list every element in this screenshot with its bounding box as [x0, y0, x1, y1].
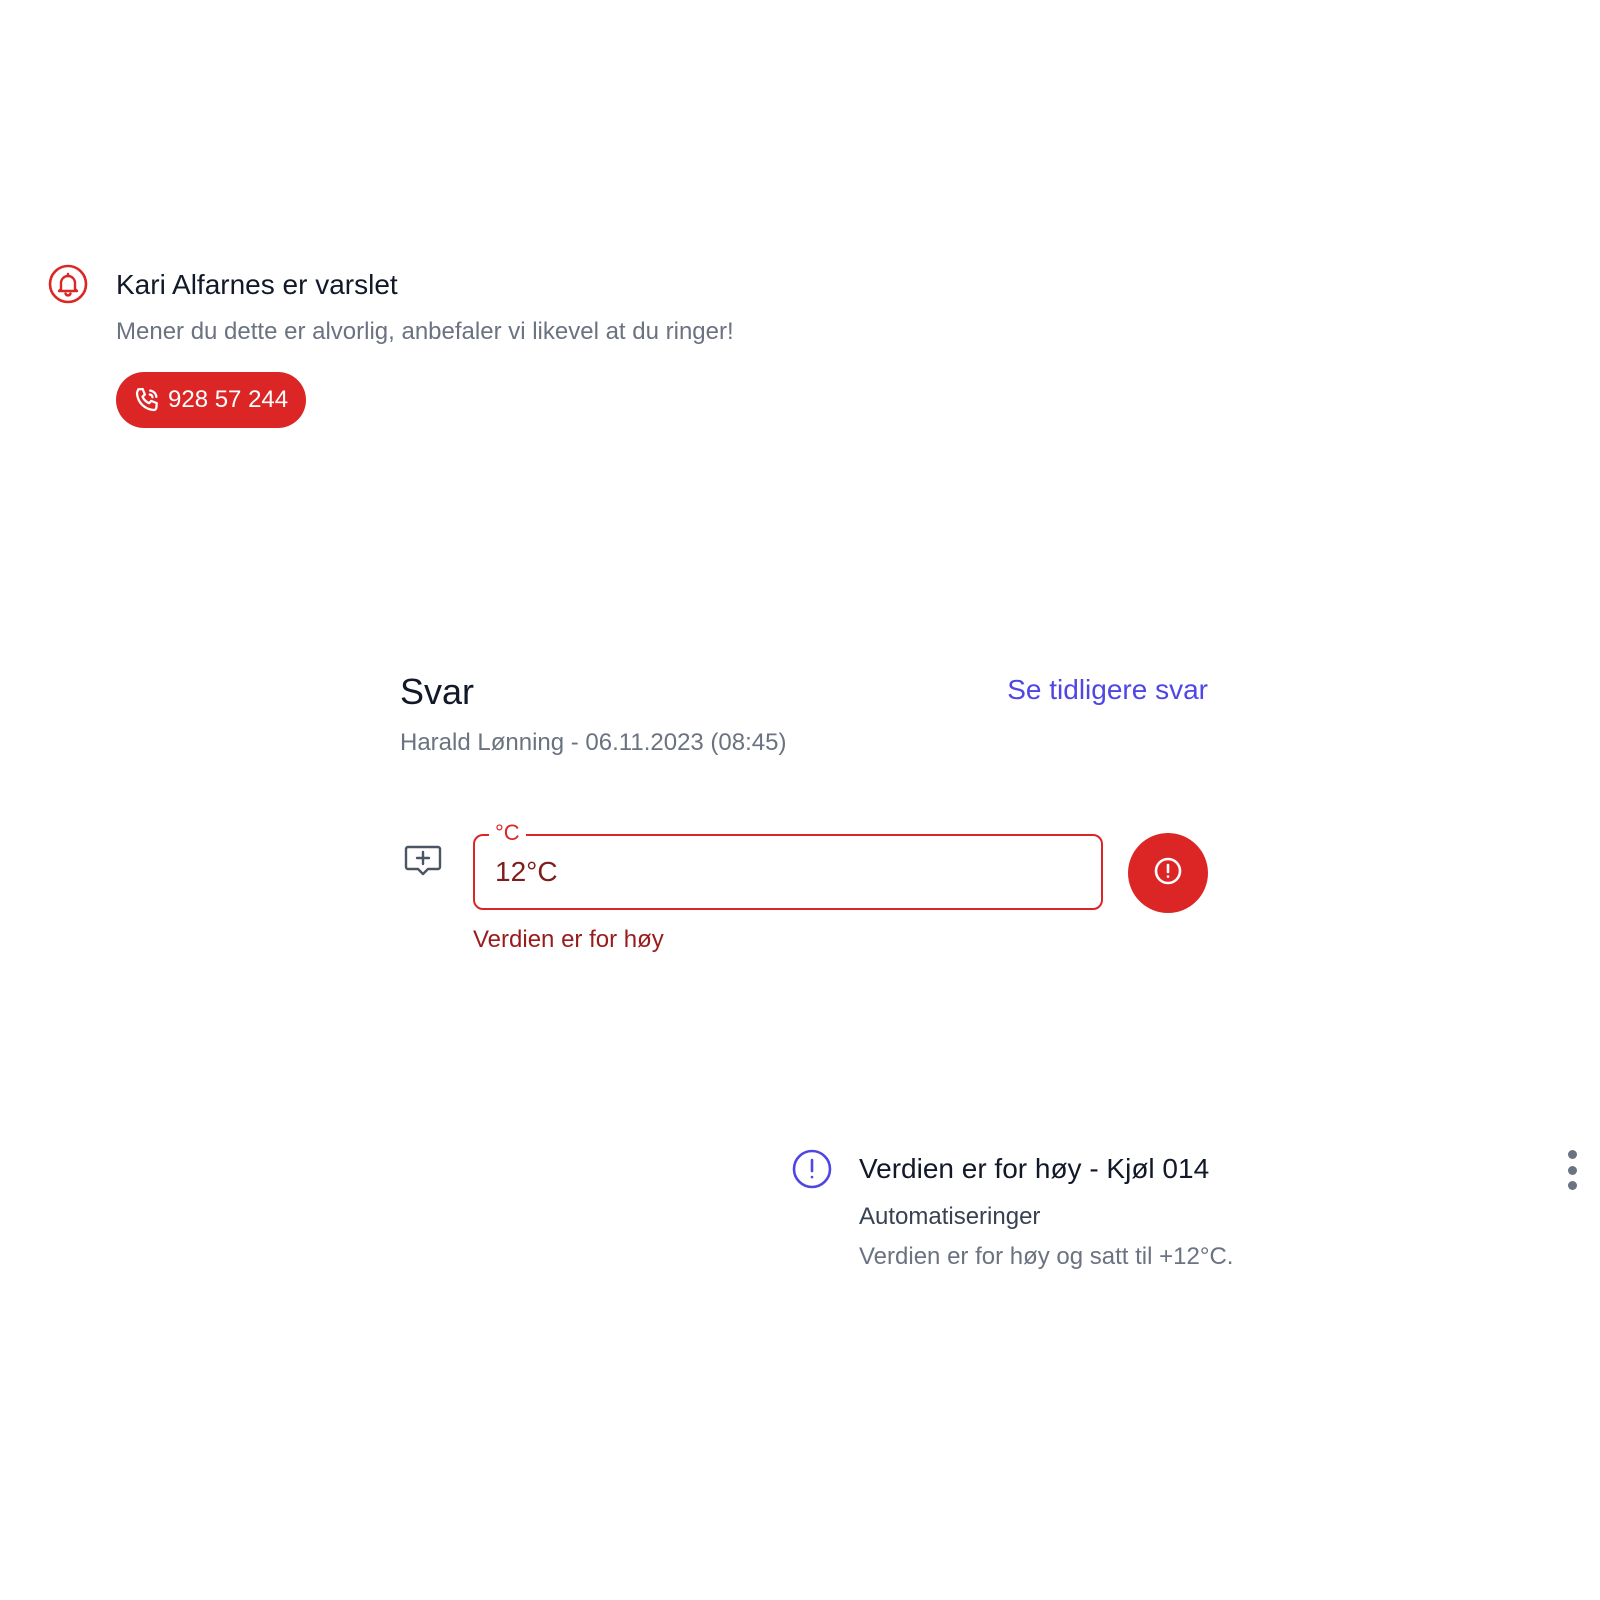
- phone-icon: [132, 385, 162, 415]
- add-comment-icon: [401, 839, 445, 888]
- answer-heading: Svar: [400, 671, 475, 712]
- temperature-field-label: °C: [489, 820, 526, 846]
- notification-item: Verdien er for høy - Kjøl 014 Automatise…: [791, 1148, 1581, 1298]
- call-button-label: 928 57 244: [168, 386, 289, 413]
- notification-message: Verdien er for høy og satt til +12°C.: [859, 1243, 1234, 1270]
- previous-answers-link[interactable]: Se tidligere svar: [1007, 672, 1208, 708]
- more-vertical-icon-dot: [1567, 1165, 1577, 1175]
- more-options-button[interactable]: [1563, 1150, 1581, 1190]
- temperature-input[interactable]: [495, 852, 1055, 892]
- alert-title: Kari Alfarnes er varslet: [116, 269, 398, 300]
- temperature-field[interactable]: °C: [473, 820, 1103, 910]
- notification-title: Verdien er for høy - Kjøl 014: [859, 1153, 1210, 1184]
- call-button[interactable]: 928 57 244: [116, 372, 307, 428]
- notification-source: Automatiseringer: [859, 1203, 1041, 1230]
- answer-meta: Harald Lønning - 06.11.2023 (08:45): [400, 729, 787, 756]
- alert-circle-icon: [1151, 854, 1185, 893]
- add-comment-button[interactable]: [400, 840, 446, 886]
- field-error-message: Verdien er for høy: [473, 926, 664, 953]
- info-exclamation-icon: [791, 1148, 833, 1190]
- bell-icon: [48, 264, 88, 304]
- deviation-button[interactable]: [1128, 833, 1208, 913]
- more-vertical-icon-dot: [1567, 1181, 1577, 1190]
- answer-section: Svar Se tidligere svar Harald Lønning - …: [400, 670, 1208, 960]
- more-vertical-icon-dot: [1567, 1150, 1577, 1159]
- alert-subtitle: Mener du dette er alvorlig, anbefaler vi…: [116, 318, 734, 345]
